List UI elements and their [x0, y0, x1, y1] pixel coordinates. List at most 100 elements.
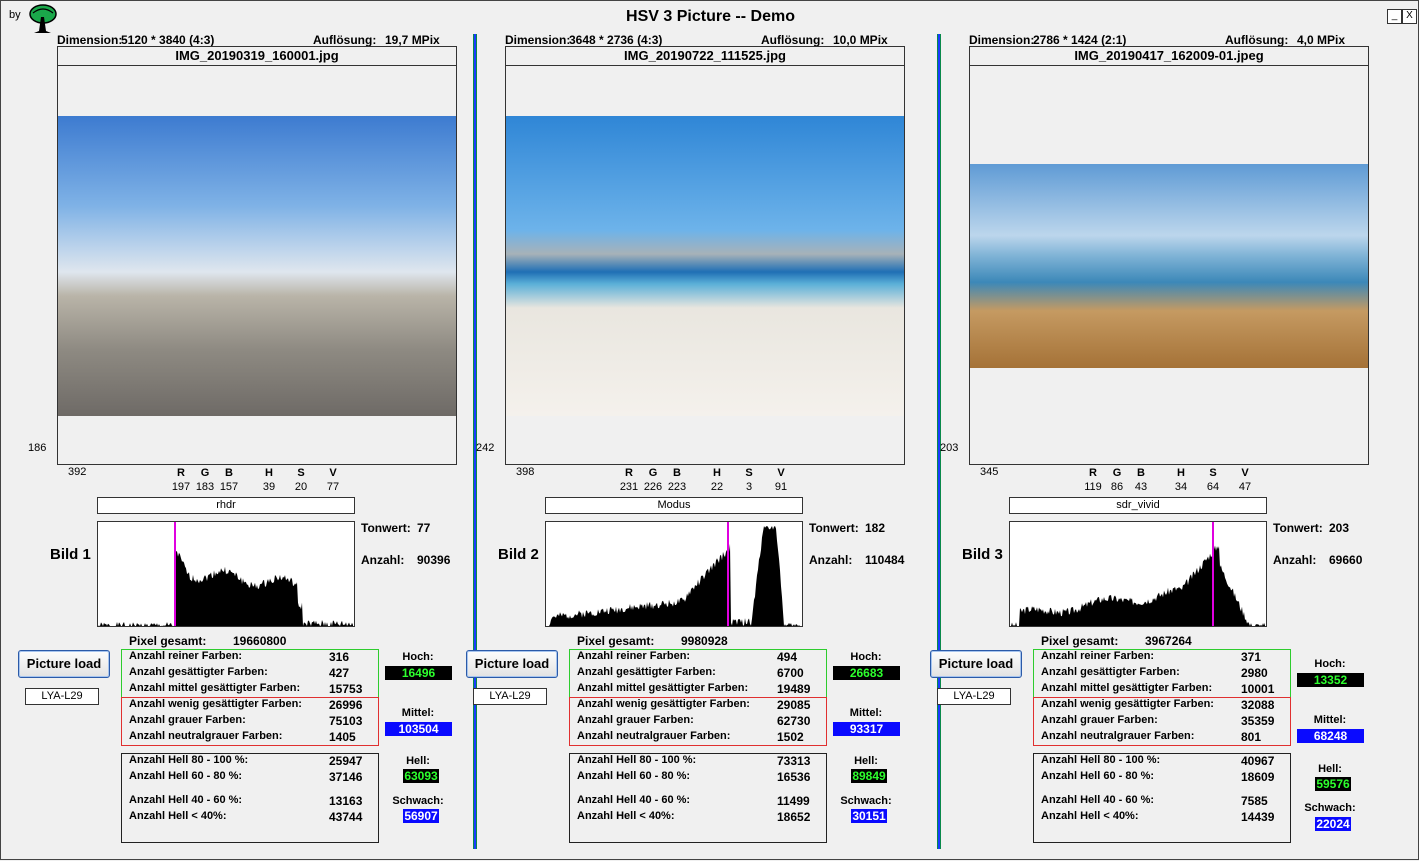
- r-label: R: [1089, 467, 1097, 479]
- s-value: 3: [745, 481, 753, 493]
- g-value: 86: [1110, 481, 1124, 493]
- picture-box[interactable]: [57, 65, 457, 465]
- resolution-value: 19,7 MPix: [385, 33, 440, 47]
- histogram: [1009, 521, 1267, 627]
- grauer-label: Anzahl grauer Farben:: [577, 714, 694, 726]
- hell-badge: 89849: [851, 769, 887, 783]
- tonwert-label: Tonwert:: [809, 521, 859, 535]
- tonwert-value: 203: [1329, 521, 1350, 535]
- reiner-value: 371: [1241, 650, 1262, 664]
- hell-label: Hell:: [854, 755, 878, 767]
- wenig-ges-value: 26996: [329, 698, 363, 712]
- grauer-value: 35359: [1241, 714, 1275, 728]
- s-value: 20: [294, 481, 308, 493]
- grauer-label: Anzahl grauer Farben:: [129, 714, 246, 726]
- histogram: [545, 521, 803, 627]
- picture-load-button[interactable]: Picture load: [466, 650, 558, 678]
- minimize-button[interactable]: _: [1387, 9, 1402, 24]
- r-value: 197: [171, 481, 191, 493]
- gesaettigter-label: Anzahl gesättigter Farben:: [1041, 666, 1180, 678]
- grauer-value: 75103: [329, 714, 363, 728]
- hell80-label: Anzahl Hell 80 - 100 %:: [1041, 754, 1161, 766]
- histogram-area: [1010, 545, 1265, 626]
- mittel-label: Mittel:: [401, 707, 435, 719]
- reiner-label: Anzahl reiner Farben:: [1041, 650, 1155, 662]
- pixel-total-value: 9980928: [681, 634, 728, 648]
- picture-box[interactable]: [969, 65, 1369, 465]
- hell40-value: 13163: [329, 794, 363, 808]
- neutralgrauer-label: Anzahl neutralgrauer Farben:: [577, 730, 731, 742]
- s-label: S: [1209, 467, 1217, 479]
- wenig-ges-value: 32088: [1241, 698, 1275, 712]
- mittel-label: Mittel:: [1313, 714, 1347, 726]
- hell40-value: 7585: [1241, 794, 1268, 808]
- mode-field: sdr_vivid: [1009, 497, 1267, 514]
- dimension-label: Dimension:: [505, 33, 571, 47]
- coord-x: 345: [980, 466, 999, 478]
- hell-badge: 59576: [1315, 777, 1351, 791]
- r-value: 119: [1084, 481, 1102, 493]
- resolution-label: Auflösung:: [761, 33, 825, 47]
- dimension-value: 3648 * 2736 (4:3): [569, 33, 663, 47]
- wenig-ges-label: Anzahl wenig gesättigter Farben:: [577, 698, 750, 710]
- h-value: 34: [1174, 481, 1188, 493]
- app-window: by HSV 3 Picture -- Demo _ X Dimension: …: [0, 0, 1419, 860]
- s-label: S: [297, 467, 305, 479]
- hell-label: Hell:: [406, 755, 430, 767]
- picture-load-button[interactable]: Picture load: [18, 650, 110, 678]
- dimension-value: 5120 * 3840 (4:3): [121, 33, 215, 47]
- b-label: B: [1137, 467, 1145, 479]
- close-button[interactable]: X: [1402, 9, 1417, 24]
- device-field: LYA-L29: [937, 688, 1011, 705]
- mittel-ges-label: Anzahl mittel gesättigter Farben:: [1041, 682, 1213, 694]
- hoch-badge: 13352: [1297, 673, 1364, 687]
- s-value: 64: [1206, 481, 1220, 493]
- hell60-label: Anzahl Hell 60 - 80 %:: [577, 770, 691, 782]
- v-label: V: [329, 467, 337, 479]
- photo: [58, 116, 456, 416]
- h-label: H: [265, 467, 273, 479]
- reiner-value: 316: [329, 650, 350, 664]
- picture-load-button[interactable]: Picture load: [930, 650, 1022, 678]
- hell40-label: Anzahl Hell 40 - 60 %:: [1041, 794, 1155, 806]
- mittel-badge: 103504: [385, 722, 452, 736]
- anzahl-value: 69660: [1329, 553, 1363, 567]
- neutralgrauer-value: 801: [1241, 730, 1262, 744]
- mittel-ges-label: Anzahl mittel gesättigter Farben:: [129, 682, 301, 694]
- v-label: V: [777, 467, 785, 479]
- schwach-badge: 30151: [851, 809, 887, 823]
- schwach-label: Schwach:: [392, 795, 444, 807]
- hell-badge: 63093: [403, 769, 439, 783]
- hell60-value: 37146: [329, 770, 363, 784]
- mittel-ges-value: 10001: [1241, 682, 1275, 696]
- picture-panel-3: Dimension: 2786 * 1424 (2:1) Auflösung: …: [913, 1, 1373, 861]
- mittel-badge: 68248: [1297, 729, 1364, 743]
- g-label: G: [648, 467, 658, 479]
- hoch-label: Hoch:: [1314, 658, 1346, 670]
- hell40-label: Anzahl Hell 40 - 60 %:: [577, 794, 691, 806]
- mode-field: Modus: [545, 497, 803, 514]
- g-value: 183: [195, 481, 215, 493]
- anzahl-label: Anzahl:: [809, 553, 853, 567]
- g-label: G: [200, 467, 210, 479]
- mode-field: rhdr: [97, 497, 355, 514]
- coord-y: 186: [28, 442, 47, 454]
- photo: [970, 164, 1368, 368]
- gesaettigter-value: 2980: [1241, 666, 1268, 680]
- mittel-ges-label: Anzahl mittel gesättigter Farben:: [577, 682, 749, 694]
- hell-lt40-value: 43744: [329, 810, 363, 824]
- hell80-value: 73313: [777, 754, 811, 768]
- histogram-svg: [1010, 522, 1265, 626]
- wenig-ges-value: 29085: [777, 698, 811, 712]
- bild-label: Bild 3: [962, 546, 1003, 563]
- tonwert-label: Tonwert:: [361, 521, 411, 535]
- bild-label: Bild 1: [50, 546, 91, 563]
- hell-lt40-value: 18652: [777, 810, 811, 824]
- hell80-label: Anzahl Hell 80 - 100 %:: [577, 754, 697, 766]
- neutralgrauer-value: 1502: [777, 730, 804, 744]
- tonwert-label: Tonwert:: [1273, 521, 1323, 535]
- device-field: LYA-L29: [473, 688, 547, 705]
- g-value: 226: [643, 481, 663, 493]
- reiner-value: 494: [777, 650, 798, 664]
- picture-box[interactable]: [505, 65, 905, 465]
